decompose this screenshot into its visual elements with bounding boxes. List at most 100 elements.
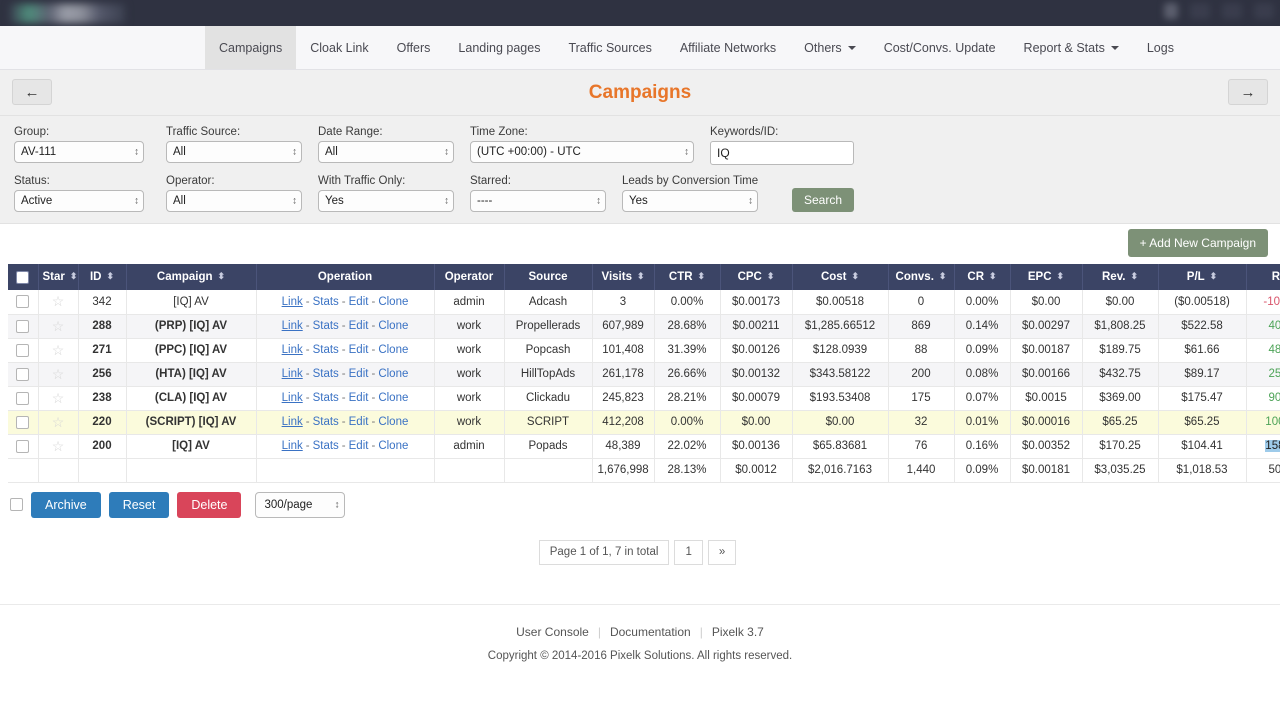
nav-item-others[interactable]: Others: [790, 26, 870, 69]
nav-item-campaigns[interactable]: Campaigns: [205, 26, 297, 69]
sort-toggle-icon[interactable]: ⬍: [1130, 271, 1138, 282]
footer-link-pixelk-3-7[interactable]: Pixelk 3.7: [712, 625, 764, 639]
operation-link-clone[interactable]: Clone: [378, 368, 408, 380]
table-row[interactable]: ☆ 256 (HTA) [IQ] AV Link - Stats - Edit - Clone wo…: [8, 362, 1280, 387]
operation-link-link[interactable]: Link: [282, 440, 303, 452]
delete-button[interactable]: Delete: [177, 491, 242, 518]
row-select-checkbox[interactable]: [16, 391, 30, 405]
table-row[interactable]: ☆ 271 (PPC) [IQ] AV Link - Stats - Edit - Clone wo…: [8, 338, 1280, 363]
table-row[interactable]: ☆ 288 (PRP) [IQ] AV Link - Stats - Edit - Clone wo…: [8, 314, 1280, 339]
nav-item-landing-pages[interactable]: Landing pages: [444, 26, 554, 69]
column-header-cpc[interactable]: CPC ⬍: [720, 264, 793, 290]
add-new-campaign-button[interactable]: + Add New Campaign: [1127, 229, 1268, 257]
operation-link-edit[interactable]: Edit: [349, 416, 369, 428]
topbar-icon-1[interactable]: [1164, 3, 1178, 19]
operation-link-stats[interactable]: Stats: [313, 344, 339, 356]
row-select-checkbox[interactable]: [16, 343, 30, 357]
operation-link-clone[interactable]: Clone: [378, 392, 408, 404]
sort-toggle-icon[interactable]: ⬍: [698, 271, 706, 282]
column-header-star[interactable]: Star ⬍: [38, 264, 79, 290]
row-select-checkbox[interactable]: [16, 367, 30, 381]
operation-link-stats[interactable]: Stats: [313, 320, 339, 332]
operation-link-edit[interactable]: Edit: [349, 296, 369, 308]
column-header-cr[interactable]: CR ⬍: [954, 264, 1011, 290]
select-all-bottom-checkbox[interactable]: [10, 498, 23, 511]
status-select[interactable]: Active: [14, 190, 144, 212]
search-button[interactable]: Search: [792, 188, 855, 212]
nav-item-affiliate-networks[interactable]: Affiliate Networks: [666, 26, 790, 69]
star-icon[interactable]: ☆: [52, 438, 65, 454]
keywords-input[interactable]: IQ: [710, 141, 854, 165]
operation-link-edit[interactable]: Edit: [349, 440, 369, 452]
sort-toggle-icon[interactable]: ⬍: [767, 271, 775, 282]
nav-item-cost-convs-update[interactable]: Cost/Convs. Update: [870, 26, 1010, 69]
sort-toggle-icon[interactable]: ⬍: [1210, 271, 1218, 282]
footer-link-documentation[interactable]: Documentation: [610, 625, 691, 639]
sort-toggle-icon[interactable]: ⬍: [637, 271, 645, 282]
traffic-source-select[interactable]: All: [166, 141, 302, 163]
archive-button[interactable]: Archive: [31, 491, 101, 518]
operation-link-stats[interactable]: Stats: [313, 392, 339, 404]
operation-link-edit[interactable]: Edit: [349, 392, 369, 404]
operation-link-link[interactable]: Link: [282, 344, 303, 356]
star-icon[interactable]: ☆: [52, 390, 65, 406]
nav-item-traffic-sources[interactable]: Traffic Sources: [554, 26, 665, 69]
column-header-pl[interactable]: P/L ⬍: [1158, 264, 1247, 290]
per-page-select[interactable]: 300/page: [255, 491, 346, 518]
leads-by-conversion-time-select[interactable]: Yes: [622, 190, 758, 212]
date-range-select[interactable]: All: [318, 141, 454, 163]
operation-link-stats[interactable]: Stats: [313, 440, 339, 452]
operation-link-edit[interactable]: Edit: [349, 344, 369, 356]
operation-link-clone[interactable]: Clone: [378, 440, 408, 452]
operation-link-link[interactable]: Link: [282, 320, 303, 332]
operator-select[interactable]: All: [166, 190, 302, 212]
operation-link-clone[interactable]: Clone: [378, 320, 408, 332]
column-header-convs[interactable]: Convs. ⬍: [888, 264, 955, 290]
row-select-checkbox[interactable]: [16, 439, 30, 453]
operation-link-clone[interactable]: Clone: [378, 344, 408, 356]
operation-link-clone[interactable]: Clone: [378, 296, 408, 308]
sort-toggle-icon[interactable]: ⬍: [852, 271, 860, 282]
column-header-ctr[interactable]: CTR ⬍: [654, 264, 721, 290]
pagination-next-button[interactable]: »: [707, 539, 737, 565]
operation-link-edit[interactable]: Edit: [349, 368, 369, 380]
table-row[interactable]: ☆ 342 [IQ] AV Link - Stats - Edit - Clone admin Adc…: [8, 290, 1280, 315]
sort-toggle-icon[interactable]: ⬍: [939, 271, 947, 282]
column-header-epc[interactable]: EPC ⬍: [1010, 264, 1083, 290]
star-icon[interactable]: ☆: [52, 366, 65, 382]
row-select-checkbox[interactable]: [16, 319, 30, 333]
star-icon[interactable]: ☆: [52, 342, 65, 358]
operation-link-link[interactable]: Link: [282, 368, 303, 380]
column-header-id[interactable]: ID ⬍: [78, 264, 127, 290]
nav-item-logs[interactable]: Logs: [1133, 26, 1188, 69]
forward-button[interactable]: →: [1228, 79, 1268, 105]
topbar-icon-4[interactable]: [1254, 3, 1274, 19]
operation-link-stats[interactable]: Stats: [313, 416, 339, 428]
operation-link-link[interactable]: Link: [282, 296, 303, 308]
operation-link-clone[interactable]: Clone: [378, 416, 408, 428]
sort-toggle-icon[interactable]: ⬍: [106, 271, 114, 282]
nav-item-offers[interactable]: Offers: [383, 26, 445, 69]
column-header-visits[interactable]: Visits ⬍: [592, 264, 655, 290]
brand-logo[interactable]: [10, 3, 125, 23]
sort-toggle-icon[interactable]: ⬍: [1057, 271, 1065, 282]
topbar-icon-2[interactable]: [1190, 3, 1210, 19]
table-row[interactable]: ☆ 220 (SCRIPT) [IQ] AV Link - Stats - Edit - Clon…: [8, 410, 1280, 435]
group-select[interactable]: AV-111: [14, 141, 144, 163]
column-header-campaign[interactable]: Campaign ⬍: [126, 264, 257, 290]
column-header-rev[interactable]: Rev. ⬍: [1082, 264, 1159, 290]
nav-item-report-stats[interactable]: Report & Stats: [1010, 26, 1133, 69]
starred-select[interactable]: ----: [470, 190, 606, 212]
sort-toggle-icon[interactable]: ⬍: [70, 271, 78, 282]
time-zone-select[interactable]: (UTC +00:00) - UTC: [470, 141, 694, 163]
column-header-roi[interactable]: ROI⬍: [1246, 264, 1280, 290]
topbar-user-menu[interactable]: [1164, 3, 1274, 19]
sort-toggle-icon[interactable]: ⬍: [218, 271, 226, 282]
column-header-cost[interactable]: Cost ⬍: [792, 264, 889, 290]
select-all-checkbox[interactable]: [16, 270, 30, 284]
with-traffic-only-select[interactable]: Yes: [318, 190, 454, 212]
star-icon[interactable]: ☆: [52, 293, 65, 309]
row-select-checkbox[interactable]: [16, 415, 30, 429]
operation-link-stats[interactable]: Stats: [313, 296, 339, 308]
operation-link-link[interactable]: Link: [282, 416, 303, 428]
